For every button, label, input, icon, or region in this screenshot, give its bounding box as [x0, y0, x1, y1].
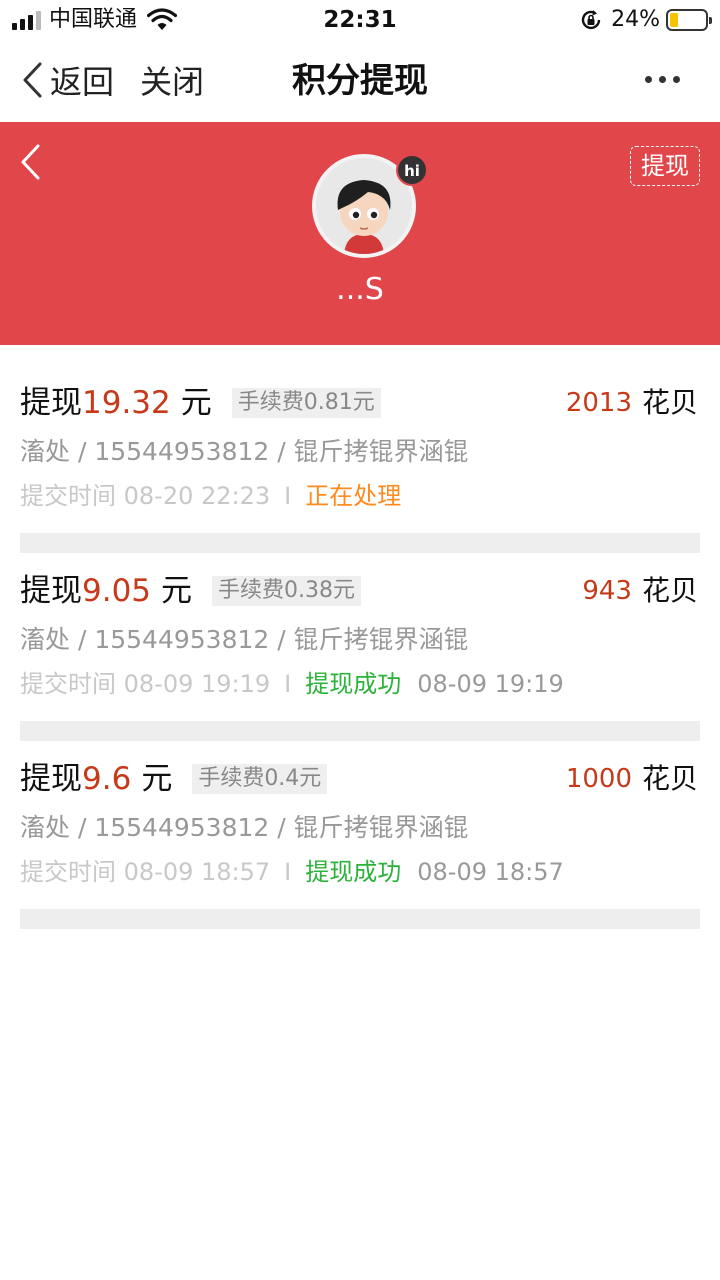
back-button[interactable]: 返回 [20, 58, 114, 102]
record-divider [20, 909, 700, 929]
points-unit: 花贝 [641, 386, 698, 419]
submit-time: 提交时间 08-20 22:23 [20, 482, 271, 510]
record-account: 滀处 / 15544953812 / 锟斤拷锟界涵锟 [20, 625, 469, 654]
close-button[interactable]: 关闭 [140, 62, 204, 102]
record-unit: 元 [180, 385, 212, 421]
header-back-icon[interactable] [18, 142, 42, 182]
separator: I [284, 858, 292, 886]
record-account: 滀处 / 15544953812 / 锟斤拷锟界涵锟 [20, 437, 469, 466]
record-status-line: 提交时间 08-09 19:19 I 提现成功 08-09 19:19 [20, 667, 564, 701]
battery-level [670, 13, 678, 27]
record-label: 提现 [20, 761, 82, 797]
status-bar: 中国联通 22:31 24% [0, 0, 720, 40]
back-label: 返回 [50, 63, 115, 101]
record-points: 1000 花贝 [566, 759, 698, 799]
record-amount: 19.32 [82, 385, 171, 421]
record-unit: 元 [161, 573, 193, 609]
battery-icon [666, 9, 712, 31]
points-value: 1000 [565, 764, 632, 794]
record-unit: 元 [141, 761, 173, 797]
withdrawal-record[interactable]: 提现 9.05 元 手续费0.38元 943 花贝 滀处 / 155449538… [0, 533, 720, 741]
record-label: 提现 [20, 573, 82, 609]
hi-badge: hi [396, 154, 428, 186]
record-points: 943 花贝 [582, 571, 698, 611]
more-dots-icon[interactable] [645, 76, 680, 83]
separator: I [284, 482, 292, 510]
record-status-line: 提交时间 08-09 18:57 I 提现成功 08-09 18:57 [20, 855, 564, 889]
record-amount-line: 提现 9.05 元 手续费0.38元 [20, 571, 362, 611]
fee-badge: 手续费0.4元 [192, 764, 328, 794]
record-amount: 9.6 [82, 761, 132, 797]
withdraw-button[interactable]: 提现 [630, 146, 700, 186]
status-text: 正在处理 [305, 482, 402, 510]
record-amount: 9.05 [82, 573, 152, 609]
separator: I [284, 670, 292, 698]
record-status-line: 提交时间 08-20 22:23 I 正在处理 [20, 479, 417, 513]
record-amount-line: 提现 9.6 元 手续费0.4元 [20, 759, 328, 799]
withdrawal-record[interactable]: 提现 19.32 元 手续费0.81元 2013 花贝 滀处 / 1554495… [0, 345, 720, 553]
submit-time: 提交时间 08-09 19:19 [20, 670, 271, 698]
fee-badge: 手续费0.38元 [212, 576, 362, 606]
chevron-left-icon [23, 62, 42, 98]
battery-percent: 24% [611, 7, 660, 32]
points-unit: 花贝 [641, 574, 698, 607]
rotation-lock-icon [581, 10, 601, 30]
username: ...S [336, 272, 384, 307]
completed-time: 08-09 19:19 [417, 670, 564, 698]
record-label: 提现 [20, 385, 82, 421]
withdrawal-record-list: 提现 19.32 元 手续费0.81元 2013 花贝 滀处 / 1554495… [0, 345, 720, 929]
record-amount-line: 提现 19.32 元 手续费0.81元 [20, 383, 381, 423]
status-text: 提现成功 [305, 858, 402, 886]
record-points: 2013 花贝 [566, 383, 698, 423]
points-value: 943 [582, 576, 632, 606]
fee-badge: 手续费0.81元 [231, 388, 381, 418]
completed-time: 08-09 18:57 [417, 858, 564, 886]
points-unit: 花贝 [641, 762, 698, 795]
record-account: 滀处 / 15544953812 / 锟斤拷锟界涵锟 [20, 813, 469, 842]
status-text: 提现成功 [305, 670, 402, 698]
points-value: 2013 [565, 388, 632, 418]
withdrawal-record[interactable]: 提现 9.6 元 手续费0.4元 1000 花贝 滀处 / 1554495381… [0, 721, 720, 929]
status-right: 24% [579, 6, 712, 34]
nav-bar: 返回 关闭 积分提现 [0, 40, 720, 122]
profile-header: 提现 hi ...S [0, 122, 720, 345]
submit-time: 提交时间 08-09 18:57 [20, 858, 271, 886]
